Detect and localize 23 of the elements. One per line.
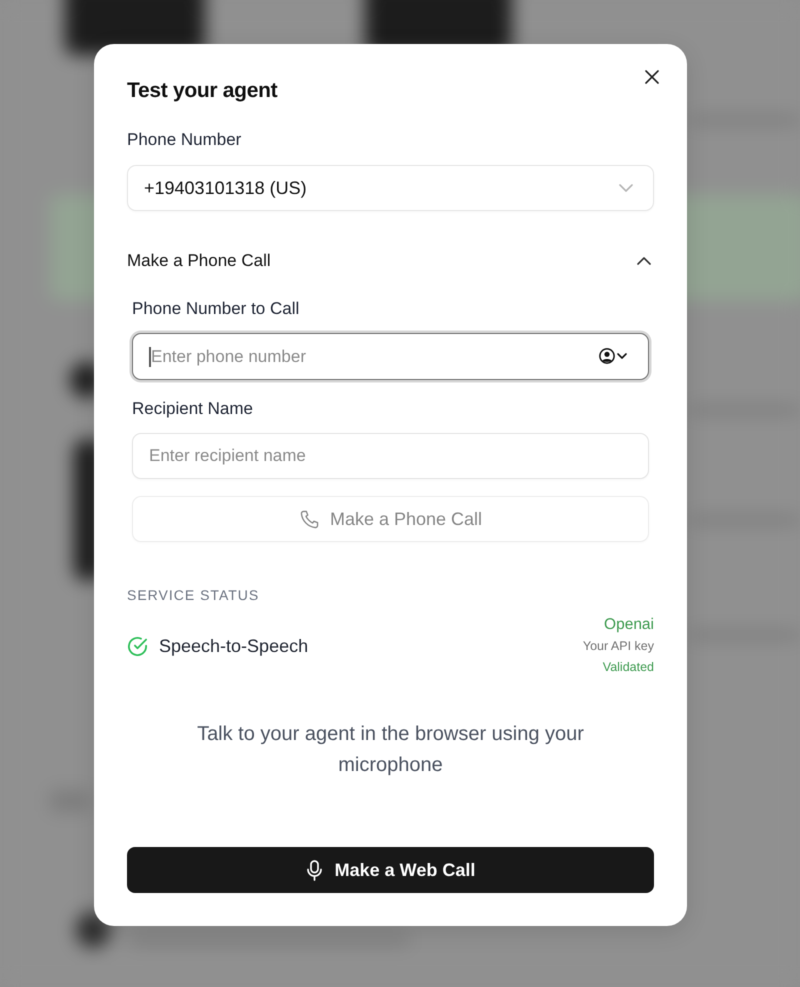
web-call-description: Talk to your agent in the browser using your microphone	[196, 722, 585, 778]
close-icon	[645, 70, 659, 84]
user-circle-icon	[599, 348, 615, 364]
recipient-name-input[interactable]: Enter recipient name	[132, 433, 649, 479]
service-name: Speech-to-Speech	[159, 636, 308, 656]
phone-icon	[298, 508, 320, 530]
field-label: Phone Number to Call	[132, 298, 300, 320]
validation-status: Validated	[602, 659, 654, 676]
field-label: Phone Number	[127, 129, 242, 151]
contact-picker-button[interactable]	[599, 348, 627, 364]
phone-number-input[interactable]: Enter phone number	[132, 333, 649, 380]
chevron-down-icon	[619, 184, 633, 192]
dialog-title: Test your agent	[127, 78, 278, 104]
section-heading: SERVICE STATUS	[127, 586, 260, 605]
text-cursor	[149, 347, 150, 367]
make-web-call-button[interactable]: Make a Web Call	[127, 847, 654, 893]
key-source-note: Your API key	[582, 638, 654, 655]
phone-number-select[interactable]: +19403101318 (US)	[127, 165, 654, 211]
field-label: Recipient Name	[132, 398, 253, 420]
provider-name: Openai	[604, 615, 654, 635]
section-toggle[interactable]: Make a Phone Call	[127, 249, 654, 273]
chevron-down-icon	[617, 353, 627, 359]
microphone-icon	[306, 860, 323, 880]
